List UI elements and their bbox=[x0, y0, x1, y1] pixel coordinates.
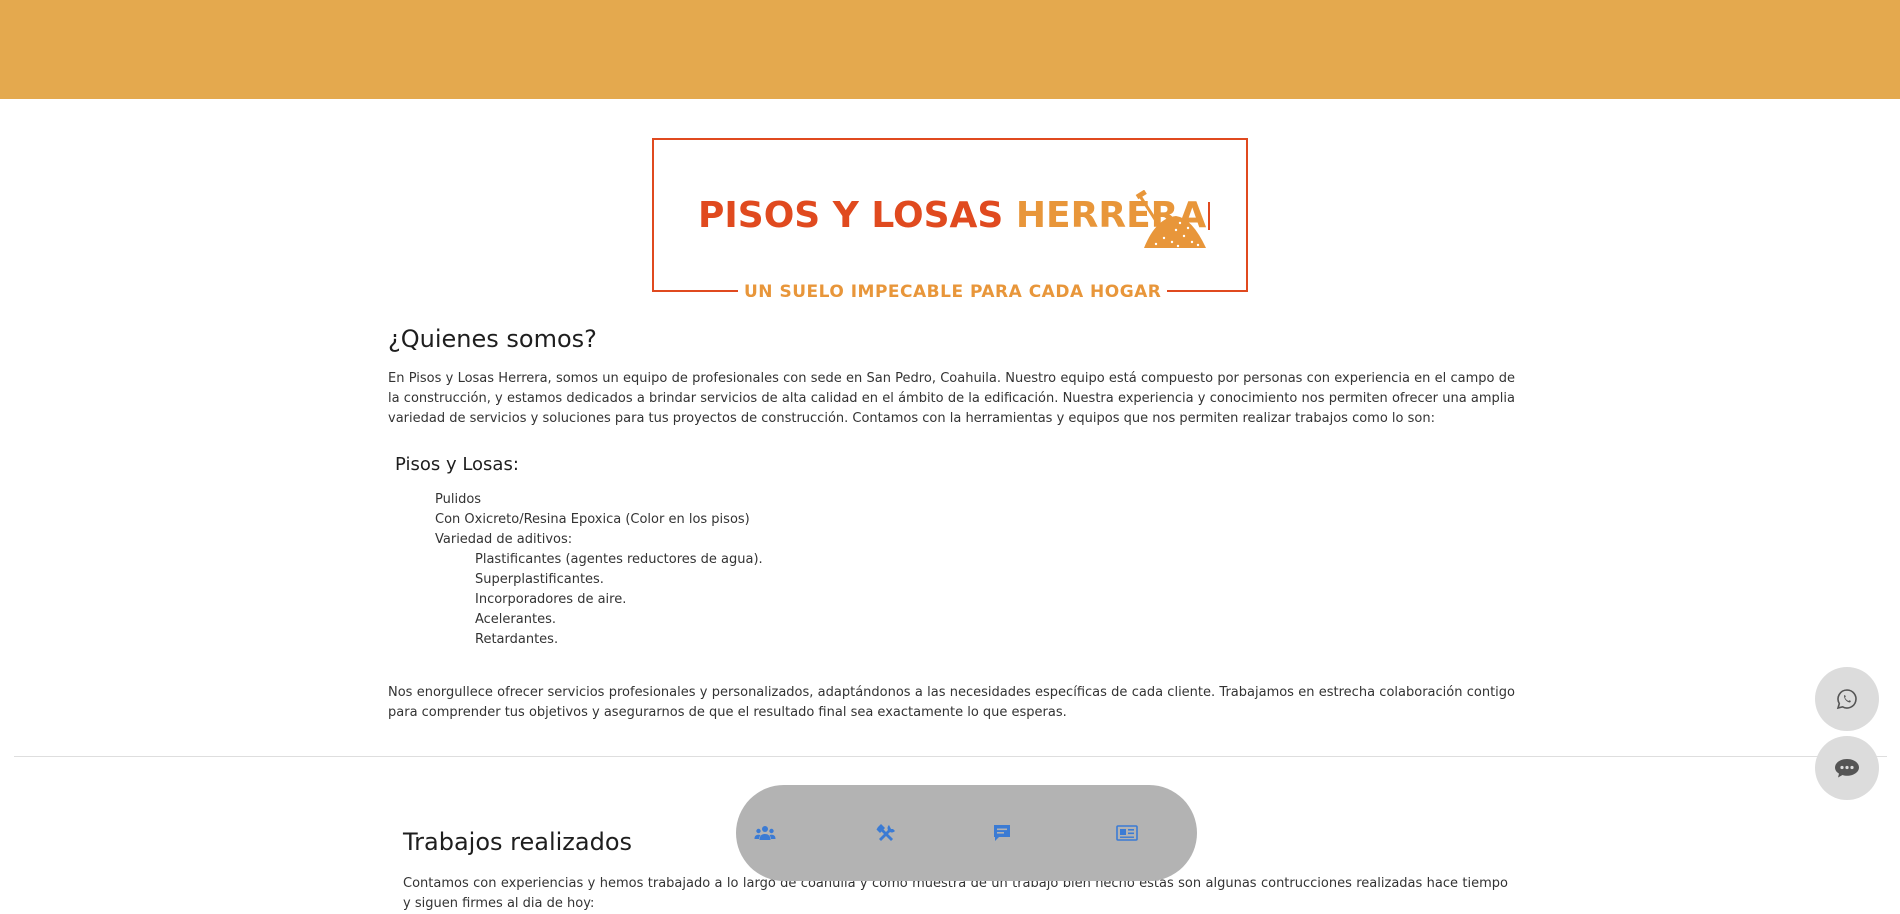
about-title: ¿Quienes somos? bbox=[388, 325, 597, 353]
additive-item: Incorporadores de aire. bbox=[475, 592, 627, 607]
chat-bubble-icon bbox=[1835, 759, 1859, 778]
company-logo: PISOS Y LOSAS HERRERA bbox=[652, 138, 1248, 292]
list-item: Variedad de aditivos: bbox=[435, 532, 573, 547]
nav-contact-button[interactable] bbox=[1107, 815, 1147, 851]
additive-item: Acelerantes. bbox=[475, 612, 556, 627]
whatsapp-button[interactable] bbox=[1815, 667, 1879, 731]
list-item: Pulidos bbox=[435, 492, 482, 507]
bottom-nav bbox=[736, 785, 1197, 881]
floors-subtitle: Pisos y Losas: bbox=[395, 454, 519, 475]
list-item: Con Oxicreto/Resina Epoxica (Color en lo… bbox=[435, 512, 750, 527]
nav-reviews-button[interactable] bbox=[982, 815, 1022, 851]
tools-icon bbox=[876, 824, 895, 841]
logo-word-primary: PISOS Y LOSAS bbox=[698, 195, 1004, 236]
section-divider bbox=[14, 756, 1887, 757]
about-intro: En Pisos y Losas Herrera, somos un equip… bbox=[388, 371, 1515, 426]
nav-about-button[interactable] bbox=[745, 815, 785, 851]
additive-item: Plastificantes (agentes reductores de ag… bbox=[475, 552, 763, 567]
logo-tagline: UN SUELO IMPECABLE PARA CADA HOGAR bbox=[738, 282, 1168, 302]
works-title: Trabajos realizados bbox=[403, 828, 633, 856]
additive-item: Superplastificantes. bbox=[475, 572, 604, 587]
message-icon bbox=[994, 825, 1010, 841]
nav-services-button[interactable] bbox=[866, 815, 906, 851]
additive-item: Retardantes. bbox=[475, 632, 559, 647]
contact-card-icon bbox=[1116, 825, 1138, 841]
whatsapp-icon bbox=[1836, 689, 1857, 710]
about-closing: Nos enorgullece ofrecer servicios profes… bbox=[388, 685, 1515, 720]
users-icon bbox=[754, 826, 776, 840]
shovel-sand-icon bbox=[1135, 190, 1206, 248]
top-header-bar bbox=[0, 0, 1900, 99]
chat-button[interactable] bbox=[1815, 736, 1879, 800]
